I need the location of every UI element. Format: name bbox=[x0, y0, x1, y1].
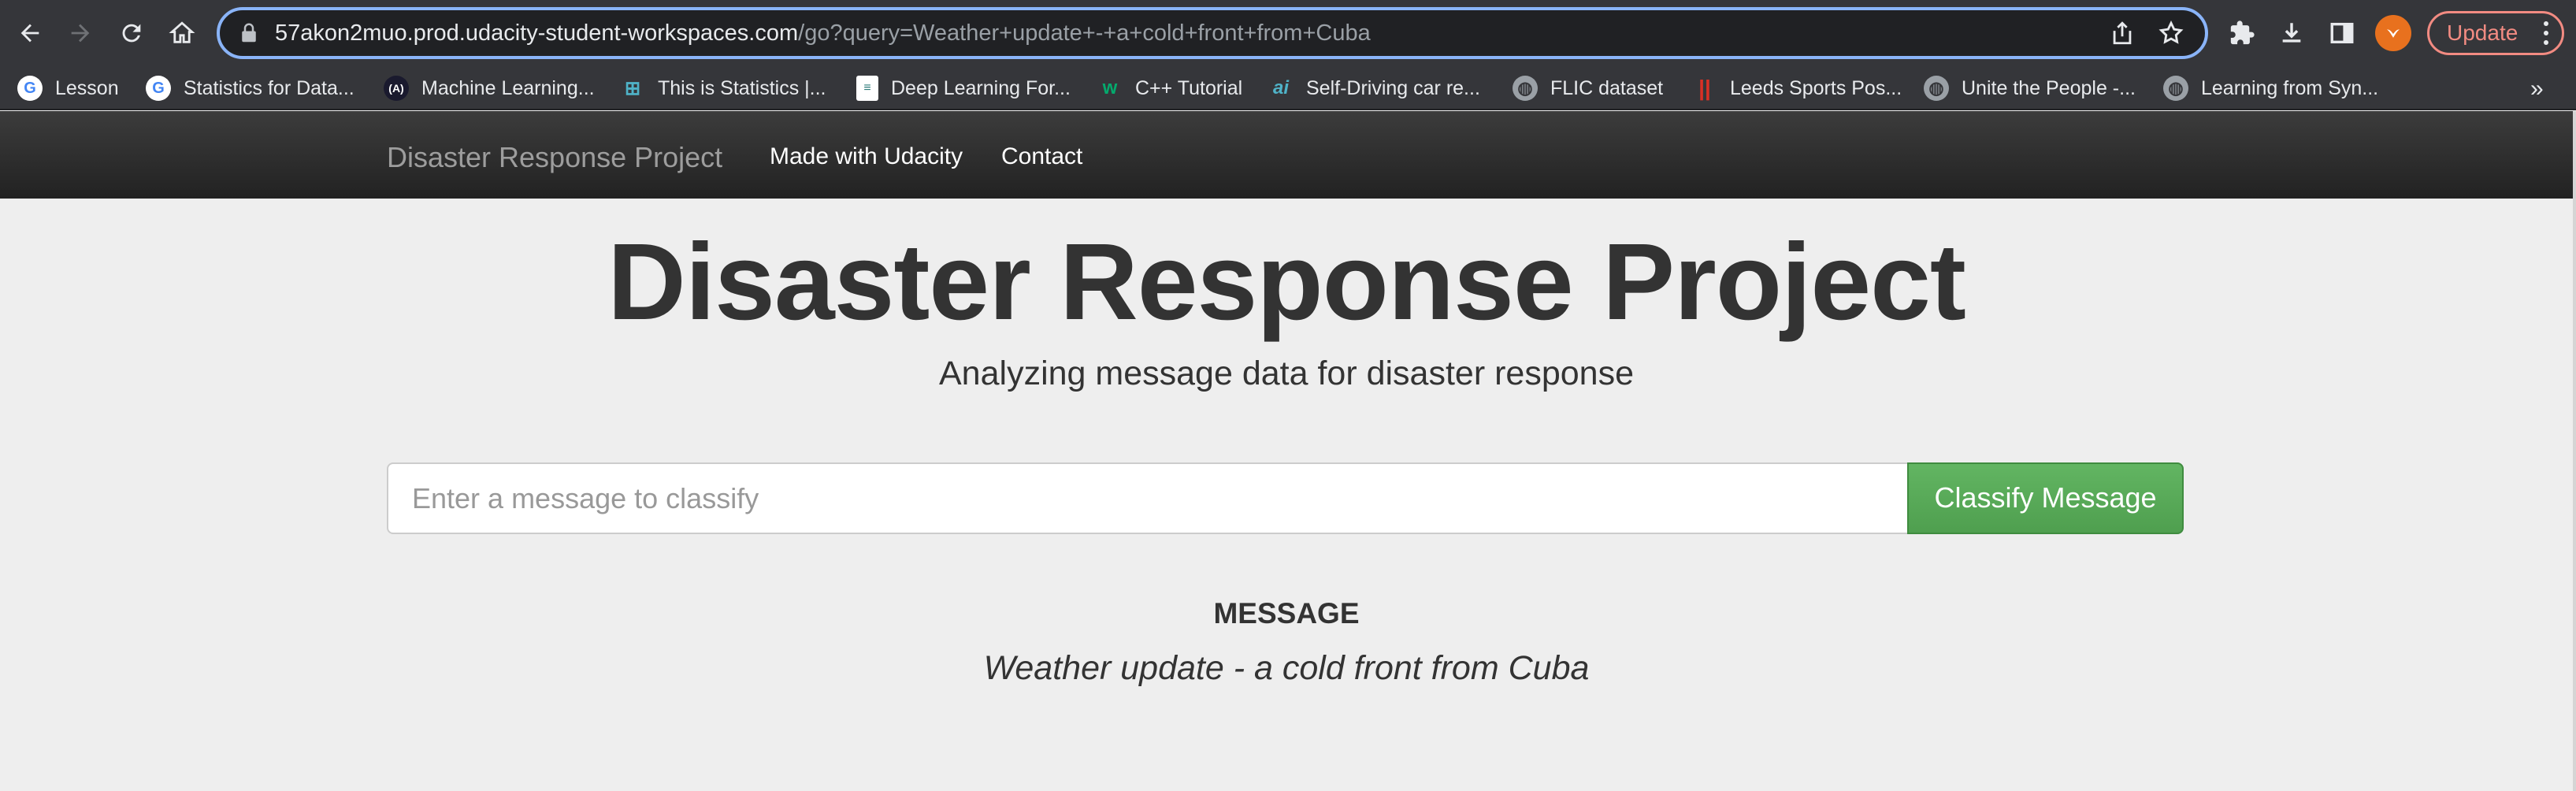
bookmark-deep-learning[interactable]: ≡ Deep Learning For... bbox=[856, 74, 1071, 102]
navbar-brand[interactable]: Disaster Response Project bbox=[387, 141, 722, 174]
bookmarks-bar: G Lesson G Statistics for Data... (A) Ma… bbox=[0, 66, 2576, 110]
site-navbar: Disaster Response Project Made with Udac… bbox=[0, 111, 2573, 199]
message-heading: MESSAGE bbox=[1213, 597, 1360, 629]
url-path: /go?query=Weather+update+-+a+cold+front+… bbox=[798, 20, 1371, 46]
profile-avatar[interactable] bbox=[2375, 15, 2411, 51]
bookmark-label: Machine Learning... bbox=[421, 76, 595, 99]
home-icon[interactable] bbox=[160, 11, 204, 55]
globe-icon: ◍ bbox=[2163, 76, 2188, 101]
bookmark-label: Statistics for Data... bbox=[184, 76, 354, 99]
update-button[interactable]: Update bbox=[2427, 11, 2564, 55]
forward-icon[interactable] bbox=[58, 11, 102, 55]
bookmark-label: Self-Driving car re... bbox=[1306, 76, 1480, 99]
star-icon[interactable] bbox=[2158, 20, 2184, 46]
google-icon: G bbox=[146, 76, 171, 101]
download-icon[interactable] bbox=[2273, 14, 2311, 52]
share-icon[interactable] bbox=[2109, 20, 2136, 46]
globe-icon: ◍ bbox=[1513, 76, 1538, 101]
bookmark-label: This is Statistics |... bbox=[658, 76, 826, 99]
url-host: 57akon2muo.prod.udacity-student-workspac… bbox=[275, 20, 799, 46]
bookmark-lesson[interactable]: G Lesson bbox=[17, 74, 119, 102]
w3-icon: w bbox=[1102, 77, 1118, 98]
side-panel-icon[interactable] bbox=[2323, 14, 2361, 52]
url-text[interactable]: 57akon2muo.prod.udacity-student-workspac… bbox=[275, 20, 1371, 46]
update-label: Update bbox=[2447, 20, 2518, 45]
classified-message: Weather update - a cold front from Cuba bbox=[983, 649, 1590, 687]
bookmark-label: Learning from Syn... bbox=[2201, 76, 2379, 99]
more-bookmarks-icon[interactable]: » bbox=[2530, 76, 2544, 102]
menu-icon[interactable] bbox=[2543, 21, 2549, 45]
bookmark-leeds-sports[interactable]: || Leeds Sports Pos... bbox=[1692, 74, 1902, 102]
bookmark-label: Deep Learning For... bbox=[891, 76, 1071, 99]
address-bar[interactable]: 57akon2muo.prod.udacity-student-workspac… bbox=[217, 7, 2208, 59]
nav-link-made-with-udacity[interactable]: Made with Udacity bbox=[770, 143, 963, 170]
ml-icon: (A) bbox=[384, 76, 409, 101]
page-subtitle: Analyzing message data for disaster resp… bbox=[939, 355, 1634, 392]
lock-icon[interactable] bbox=[237, 21, 261, 45]
extensions-icon[interactable] bbox=[2223, 14, 2261, 52]
bookmark-learning-from-syn[interactable]: ◍ Learning from Syn... bbox=[2163, 74, 2378, 102]
ai-icon: ai bbox=[1272, 77, 1289, 98]
browser-toolbar: 57akon2muo.prod.udacity-student-workspac… bbox=[0, 0, 2576, 66]
doc-icon: ≡ bbox=[856, 76, 878, 101]
reload-icon[interactable] bbox=[109, 11, 154, 55]
bookmark-flic-dataset[interactable]: ◍ FLIC dataset bbox=[1513, 74, 1663, 102]
globe-icon: ◍ bbox=[1924, 76, 1949, 101]
bookmark-label: Unite the People -... bbox=[1962, 76, 2136, 99]
bookmark-label: FLIC dataset bbox=[1550, 76, 1664, 99]
back-icon[interactable] bbox=[8, 11, 52, 55]
bookmark-label: Lesson bbox=[55, 76, 119, 99]
bookmark-statistics-for-data[interactable]: G Statistics for Data... bbox=[146, 74, 354, 102]
bookmark-cpp-tutorial[interactable]: w C++ Tutorial bbox=[1097, 74, 1243, 102]
grid-icon: ⊞ bbox=[620, 76, 645, 101]
bookmark-label: Leeds Sports Pos... bbox=[1730, 76, 1902, 99]
message-input[interactable] bbox=[387, 462, 1909, 534]
leeds-icon: || bbox=[1698, 76, 1711, 100]
bookmark-machine-learning[interactable]: (A) Machine Learning... bbox=[384, 74, 595, 102]
bookmark-label: C++ Tutorial bbox=[1135, 76, 1243, 99]
classify-message-button[interactable]: Classify Message bbox=[1907, 462, 2184, 534]
page-title: Disaster Response Project bbox=[607, 221, 1966, 343]
bookmark-this-is-statistics[interactable]: ⊞ This is Statistics |... bbox=[620, 74, 826, 102]
scrollbar[interactable] bbox=[2573, 111, 2576, 791]
bookmark-self-driving[interactable]: ai Self-Driving car re... bbox=[1268, 74, 1480, 102]
nav-link-contact[interactable]: Contact bbox=[1001, 143, 1082, 170]
bookmark-unite-the-people[interactable]: ◍ Unite the People -... bbox=[1924, 74, 2136, 102]
google-icon: G bbox=[17, 76, 43, 101]
